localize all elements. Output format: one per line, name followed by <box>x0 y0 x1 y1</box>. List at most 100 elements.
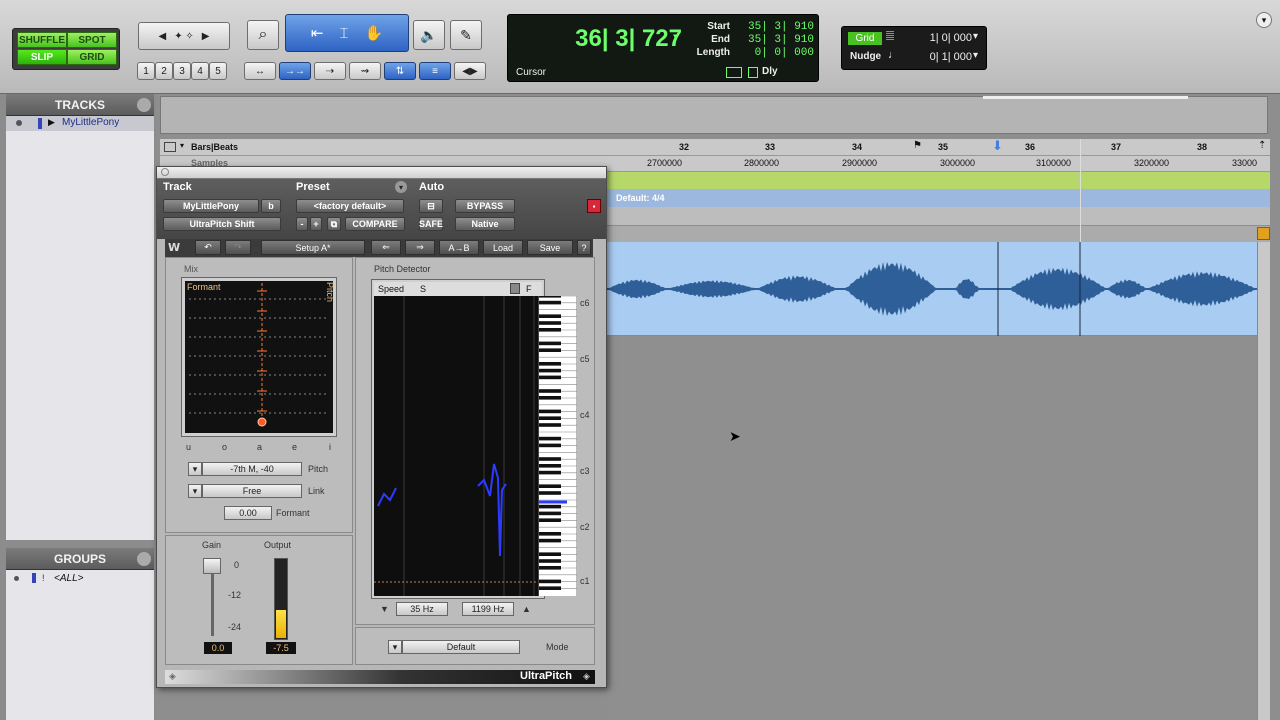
clip-indicator-icon[interactable]: ▪ <box>587 199 601 213</box>
zoom-preset-2[interactable]: 2 <box>155 62 173 80</box>
keyboard-focus-button[interactable]: ≡ <box>419 62 451 80</box>
ruler-scroll-icon[interactable]: ⇡ <box>1258 140 1266 151</box>
copy-a-to-b-button[interactable]: A→B <box>439 240 479 255</box>
track-show-dot-icon[interactable] <box>16 120 22 126</box>
meter-ruler[interactable]: Default: 4/4 <box>607 189 1270 207</box>
clip-warning-icon[interactable] <box>1257 227 1270 240</box>
vertical-scrollbar[interactable] <box>1257 242 1270 720</box>
zoom-preset-3[interactable]: 3 <box>173 62 191 80</box>
automation-icon[interactable]: ⊟ <box>419 199 443 213</box>
mode-dropdown-icon[interactable]: ▾ <box>388 640 402 654</box>
pencil-tool-button[interactable]: ✎ <box>450 20 482 50</box>
scrubber-tool-button[interactable]: 🔈 <box>413 20 445 50</box>
group-list-item[interactable]: ! <ALL> <box>6 571 154 586</box>
link-track-button[interactable]: ⇢ <box>314 62 346 80</box>
speed-bar[interactable]: Speed S F <box>374 282 542 296</box>
expand-triangle-icon[interactable]: ▶ <box>48 117 55 128</box>
selector-tool-icon[interactable]: ⌶ <box>339 25 348 42</box>
waveform-zoom-icon[interactable]: ✦ ✧ <box>174 31 194 42</box>
length-value[interactable]: 0| 0| 000 <box>744 47 814 59</box>
redo-icon[interactable]: ↷ <box>225 240 251 255</box>
gain-slider-handle[interactable] <box>203 558 221 574</box>
universe-view[interactable] <box>160 96 1268 134</box>
tab-to-transient-button[interactable]: ↔ <box>244 62 276 80</box>
zoom-out-icon[interactable]: ◀ <box>159 31 167 42</box>
range-down-icon[interactable]: ▼ <box>380 604 389 614</box>
window-menu-icon[interactable]: ▾ <box>1256 12 1272 28</box>
track-variant-button[interactable]: b <box>261 199 281 213</box>
setup-prev-icon[interactable]: ⇐ <box>371 240 401 255</box>
main-counter-value[interactable]: 36| 3| 727 <box>552 25 682 55</box>
track-name[interactable]: MyLittlePony <box>62 117 119 128</box>
mode-selector[interactable]: Default <box>402 640 520 654</box>
ruler-dropdown-icon[interactable]: ▾ <box>180 141 184 150</box>
preset-next-button[interactable]: + <box>310 217 322 231</box>
compare-button[interactable]: COMPARE <box>345 217 405 231</box>
markers-ruler[interactable] <box>607 207 1270 225</box>
grid-dropdown-icon[interactable]: ▾ <box>973 31 978 42</box>
pre-post-roll-icon[interactable] <box>726 67 742 78</box>
track-nav-button[interactable]: ◀▶ <box>454 62 486 80</box>
grid-toggle[interactable]: Grid <box>848 32 882 45</box>
zoom-preset-5[interactable]: 5 <box>209 62 227 80</box>
formant-pitch-graph[interactable]: Formant Pitch <box>181 277 337 437</box>
zoom-preset-4[interactable]: 4 <box>191 62 209 80</box>
tracks-menu-icon[interactable] <box>137 98 151 112</box>
nudge-value[interactable]: 0| 1| 000 <box>902 51 972 63</box>
zoomer-tool-button[interactable]: ⌕ <box>247 20 279 50</box>
edit-window-empty-area[interactable] <box>607 336 1257 720</box>
groups-menu-icon[interactable] <box>137 552 151 566</box>
pitch-dropdown-icon[interactable]: ▾ <box>188 462 202 476</box>
footer-menu-icon[interactable]: ◈ <box>583 671 590 682</box>
end-value[interactable]: 35| 3| 910 <box>744 34 814 46</box>
track-selector[interactable]: MyLittlePony <box>163 199 259 213</box>
undo-icon[interactable]: ↶ <box>195 240 221 255</box>
track-list-item[interactable]: ▶ MyLittlePony <box>6 116 154 131</box>
trim-tool-icon[interactable]: ⇤ <box>311 24 324 42</box>
speed-slider-handle[interactable] <box>510 283 520 294</box>
zoom-preset-1[interactable]: 1 <box>137 62 155 80</box>
grid-value[interactable]: 1| 0| 000 <box>902 32 972 44</box>
marker-flag-icon[interactable]: ⚑ <box>913 140 922 151</box>
tempo-ruler[interactable] <box>607 172 1270 189</box>
low-frequency-field[interactable]: 35 Hz <box>396 602 448 616</box>
zoom-controls[interactable]: ◀ ✦ ✧ ▶ <box>138 22 230 50</box>
grid-mode-button[interactable]: GRID <box>67 49 117 65</box>
gain-value-display[interactable]: 0.0 <box>204 642 232 654</box>
setup-button[interactable]: Setup A* <box>261 240 365 255</box>
save-button[interactable]: Save <box>527 240 573 255</box>
preset-selector[interactable]: <factory default> <box>296 199 404 213</box>
group-name[interactable]: <ALL> <box>54 573 83 584</box>
playhead-marker-icon[interactable]: ⬇ <box>992 138 1003 154</box>
pitch-value-field[interactable]: -7th M, -40 <box>202 462 302 476</box>
universe-visible-range[interactable] <box>983 96 1188 99</box>
plugin-title-bar[interactable] <box>157 167 606 179</box>
high-frequency-field[interactable]: 1199 Hz <box>462 602 514 616</box>
groups-pane-header[interactable]: GROUPS <box>6 548 154 570</box>
pitch-detector-display[interactable]: Speed S F <box>371 279 577 599</box>
nudge-dropdown-icon[interactable]: ▾ <box>973 50 978 61</box>
piano-keyboard[interactable] <box>538 294 577 596</box>
close-icon[interactable] <box>161 168 169 176</box>
load-button[interactable]: Load <box>483 240 523 255</box>
ruler-menu-icon[interactable] <box>164 142 176 152</box>
link-timeline-button[interactable]: →→ <box>279 62 311 80</box>
preset-menu-icon[interactable]: ▾ <box>395 181 407 193</box>
preset-copy-icon[interactable]: ⧉ <box>327 217 341 231</box>
bars-beats-ruler[interactable]: ▾ Bars|Beats 32 33 34 35 36 37 38 ⚑ ⬇ ⇡ <box>160 138 1270 156</box>
grabber-hand-icon[interactable]: ✋ <box>364 24 383 42</box>
dly-checkbox[interactable] <box>748 67 758 78</box>
start-value[interactable]: 35| 3| 910 <box>744 21 814 33</box>
safe-button[interactable]: SAFE <box>419 217 443 231</box>
spot-mode-button[interactable]: SPOT <box>67 32 117 48</box>
shuffle-mode-button[interactable]: SHUFFLE <box>17 32 67 48</box>
zoom-in-icon[interactable]: ▶ <box>202 31 210 42</box>
range-up-icon[interactable]: ▲ <box>522 604 531 614</box>
counter-dropdown-icon[interactable]: ▾ <box>672 31 678 43</box>
preset-previous-button[interactable]: - <box>296 217 308 231</box>
insertion-follows-button[interactable]: ⇝ <box>349 62 381 80</box>
bypass-button[interactable]: BYPASS <box>455 199 515 213</box>
help-button[interactable]: ? <box>577 240 591 255</box>
audio-clip[interactable] <box>607 242 1257 336</box>
tracks-pane-header[interactable]: TRACKS <box>6 94 154 116</box>
